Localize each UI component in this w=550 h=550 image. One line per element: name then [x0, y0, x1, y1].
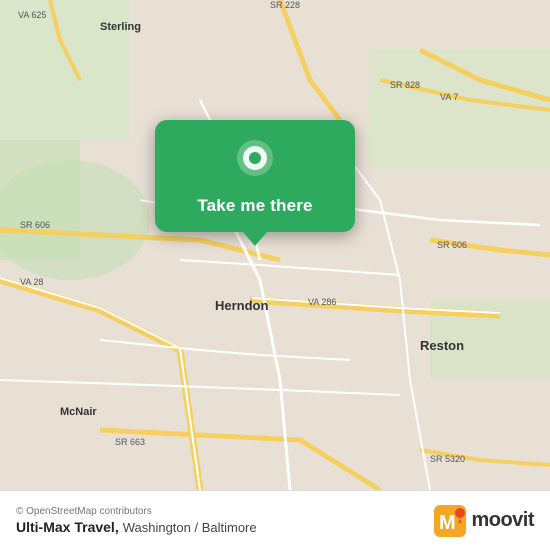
- location-pin-icon: [231, 138, 279, 186]
- take-me-there-label: Take me there: [197, 196, 312, 216]
- footer-bar: © OpenStreetMap contributors Ulti-Max Tr…: [0, 490, 550, 550]
- svg-text:SR 663: SR 663: [115, 437, 145, 447]
- svg-text:McNair: McNair: [60, 406, 97, 418]
- svg-text:Reston: Reston: [420, 338, 464, 353]
- svg-text:Sterling: Sterling: [100, 21, 141, 33]
- location-name: Washington / Baltimore: [123, 520, 257, 535]
- moovit-text: moovit: [471, 509, 534, 532]
- svg-text:VA 625: VA 625: [18, 10, 46, 20]
- svg-text:VA 28: VA 28: [20, 277, 43, 287]
- svg-text:SR 606: SR 606: [437, 240, 467, 250]
- moovit-brand: M moovit: [434, 505, 534, 537]
- take-me-there-popup[interactable]: Take me there: [155, 120, 355, 232]
- footer-info: © OpenStreetMap contributors Ulti-Max Tr…: [16, 506, 257, 535]
- osm-credit-text: © OpenStreetMap contributors: [16, 506, 257, 517]
- business-name: Ulti-Max Travel,: [16, 519, 119, 535]
- svg-text:SR 606: SR 606: [20, 220, 50, 230]
- svg-text:SR 5320: SR 5320: [430, 454, 465, 464]
- map-area: SR 606 VA 28 VA 286 SR 228 VA 7 SR 828 V…: [0, 0, 550, 490]
- svg-text:SR 228: SR 228: [270, 0, 300, 10]
- svg-text:SR 828: SR 828: [390, 80, 420, 90]
- svg-text:M: M: [439, 512, 456, 534]
- svg-text:VA 286: VA 286: [308, 297, 336, 307]
- svg-text:Herndon: Herndon: [215, 298, 269, 313]
- moovit-icon: M: [434, 505, 466, 537]
- svg-text:VA 7: VA 7: [440, 92, 458, 102]
